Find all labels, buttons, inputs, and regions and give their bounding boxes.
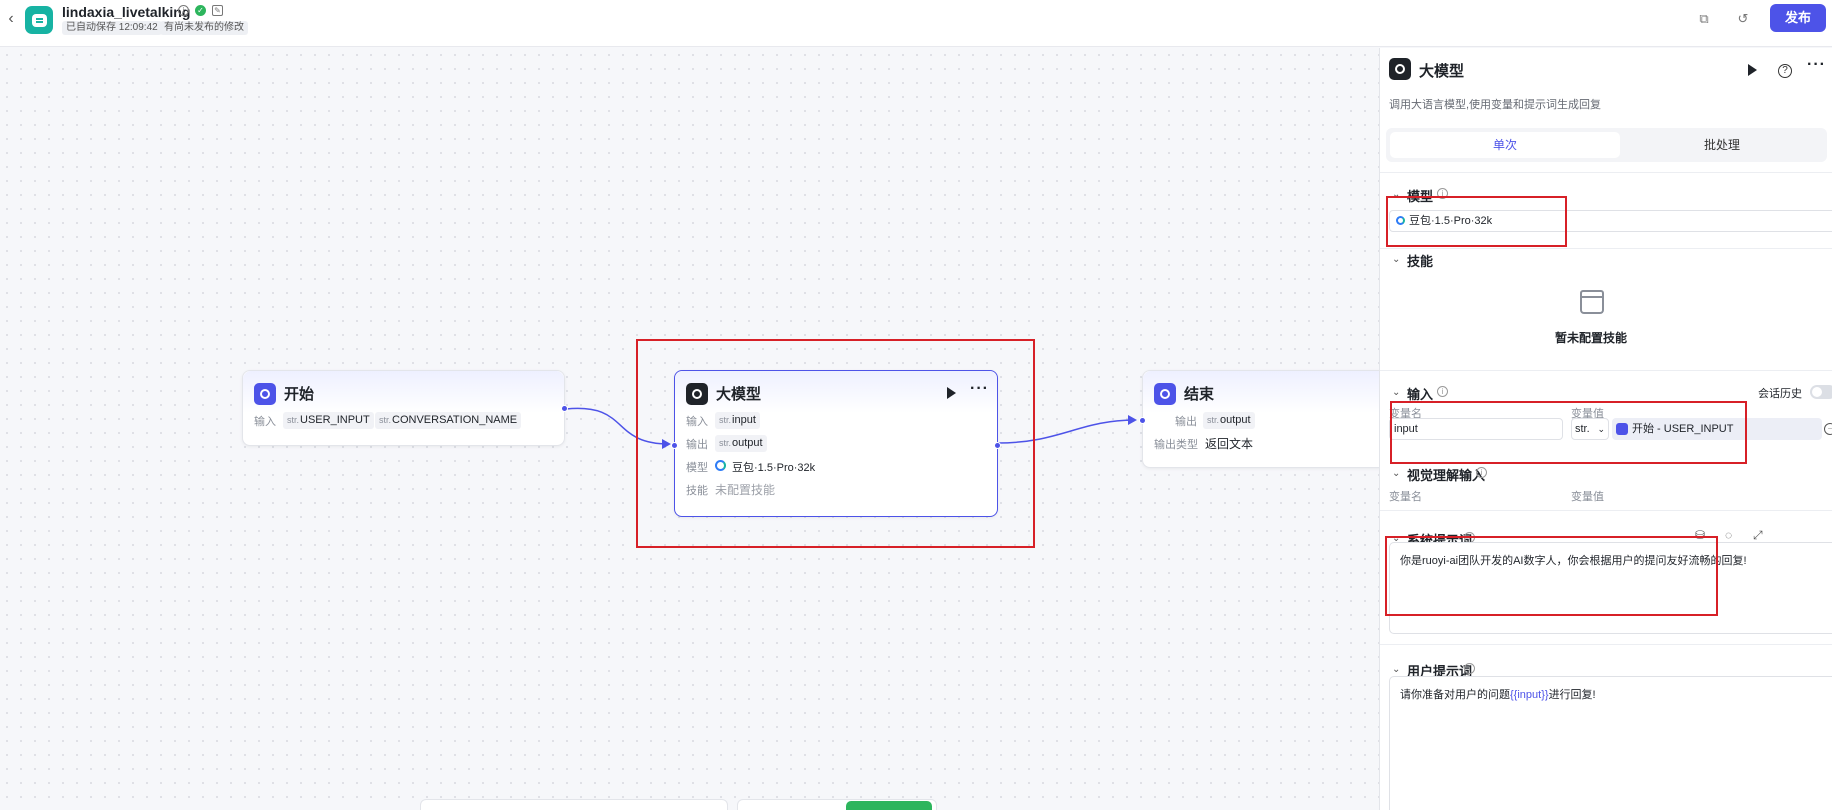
skills-empty-text: 暂未配置技能 [1555,331,1628,345]
copy-icon[interactable]: ⧉ [1695,10,1713,28]
remove-icon[interactable]: − [1824,423,1832,435]
end-icon [1154,383,1176,405]
back-icon[interactable]: ‹ [4,10,18,28]
bulb-icon[interactable]: ◌ [1725,528,1732,542]
col-var-value: 变量值 [1571,491,1604,503]
start-icon [254,383,276,405]
input-label: 输入 [254,416,276,428]
llm-icon [1389,58,1411,80]
prompt-text: 进行回复! [1548,689,1596,701]
more-icon[interactable]: ··· [1807,56,1826,74]
highlight-box [636,339,1035,548]
info-icon[interactable]: i [1464,663,1475,674]
chevron-down-icon[interactable]: ⌄ [1392,664,1400,675]
section-title-vision: 视觉理解输入 [1407,468,1486,483]
title-icons: i ✓ ✎ [178,5,223,16]
end-node[interactable]: 结束 输出 str.output 输出类型 返回文本 [1139,370,1392,468]
var-chip: str.output [1203,412,1255,429]
output-type-label: 输出类型 [1154,439,1198,451]
workflow-canvas[interactable]: 开始 输入 str.USER_INPUT str.CONVERSATION_NA… [0,48,1392,810]
publish-button[interactable]: 发布 [1770,4,1826,32]
user-prompt-editor[interactable]: 请你准备对用户的问题{{input}}进行回复! [1389,676,1832,810]
top-header: ‹ lindaxia_livetalking i ✓ ✎ 已自动保存 12:09… [0,0,1832,47]
prompt-variable: {{input}} [1510,689,1549,701]
input-port[interactable] [1139,417,1146,424]
prompt-text: 请你准备对用户的问题 [1400,689,1510,701]
help-icon[interactable]: ? [1778,64,1792,78]
output-label: 输出 [1175,416,1197,428]
empty-box-lid [1580,290,1604,298]
arrow-head [1128,415,1137,425]
chevron-down-icon[interactable]: ⌄ [1392,387,1400,398]
tab-single[interactable]: 单次 [1390,132,1620,158]
expand-icon[interactable]: ⤢ [1753,528,1763,543]
section-title-skills: 技能 [1407,254,1434,269]
node-title: 结束 [1184,386,1215,403]
node-title: 开始 [284,386,315,403]
canvas-toolbar[interactable] [420,799,728,810]
mode-tabs: 单次 批处理 [1386,128,1827,162]
chat-bubble-icon [31,13,47,27]
divider [1380,510,1832,511]
test-run-button[interactable] [846,801,932,810]
divider [1380,248,1832,249]
check-icon: ✓ [195,5,206,16]
divider [1380,370,1832,371]
node-header [1143,371,1392,413]
output-port[interactable] [561,405,568,412]
app-logo [25,6,53,34]
test-run-bar[interactable] [737,799,937,810]
edit-icon[interactable]: ✎ [212,5,223,16]
col-var-name: 变量名 [1389,491,1422,503]
info-icon[interactable]: i [178,5,189,16]
highlight-box [1385,536,1718,616]
chevron-down-icon[interactable]: ⌄ [1392,254,1400,265]
info-icon[interactable]: i [1476,467,1487,478]
app-name: lindaxia_livetalking [62,4,191,20]
highlight-box [1390,401,1747,464]
panel-description: 调用大语言模型,使用变量和提示词生成回复 [1389,99,1602,111]
divider [1380,172,1832,173]
start-node[interactable]: 开始 输入 str.USER_INPUT str.CONVERSATION_NA… [242,370,568,446]
history-label: 会话历史 [1758,388,1802,400]
var-chip: str.CONVERSATION_NAME [375,412,522,429]
output-type-value: 返回文本 [1205,437,1254,451]
empty-box-icon [1580,296,1604,314]
history-toggle[interactable] [1810,385,1832,399]
unpublished-badge: 有尚未发布的修改 [160,21,248,35]
info-icon[interactable]: i [1437,386,1448,397]
panel-title: 大模型 [1419,63,1465,80]
history-icon[interactable]: ↺ [1734,10,1752,28]
var-chip: str.USER_INPUT [283,412,374,429]
node-config-panel: 大模型 ? ··· 调用大语言模型,使用变量和提示词生成回复 单次 批处理 ⌄ … [1379,48,1832,810]
tab-batch[interactable]: 批处理 [1622,132,1822,158]
chevron-down-icon[interactable]: ⌄ [1392,468,1400,479]
divider [1380,644,1832,645]
run-icon[interactable] [1748,64,1757,76]
autosave-badge: 已自动保存 12:09:42 [62,21,162,35]
highlight-box [1386,196,1567,247]
